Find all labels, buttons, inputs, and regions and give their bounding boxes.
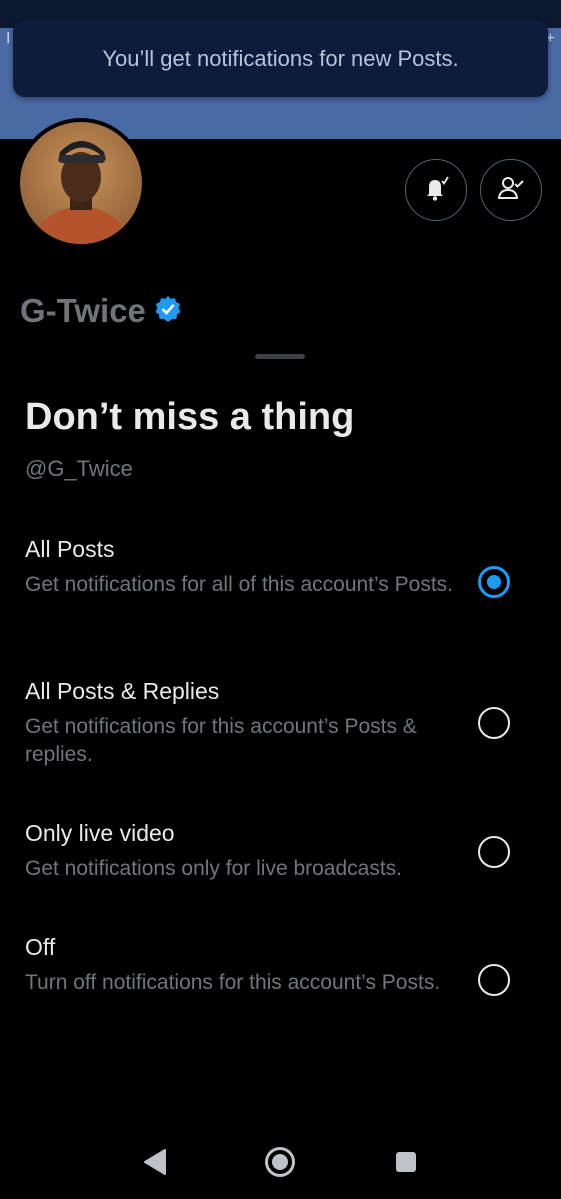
sheet-title: Don’t miss a thing <box>25 396 355 438</box>
option-title: All Posts <box>25 536 115 562</box>
option-description: Get notifications only for live broadcas… <box>25 857 403 880</box>
radio-all-posts-replies[interactable] <box>478 707 510 739</box>
recents-square-icon <box>395 1152 417 1177</box>
toast-message: You’ll get notifications for new Posts. <box>102 45 459 71</box>
verified-badge-icon <box>154 295 182 328</box>
option-only-live-video[interactable]: Only live video Get notifications only f… <box>25 820 545 883</box>
radio-all-posts[interactable] <box>478 566 510 598</box>
option-description: Get notifications for this account’s Pos… <box>25 715 417 766</box>
nav-back-button[interactable] <box>143 1149 167 1180</box>
profile-name-row: G-Twice <box>20 292 182 330</box>
following-button[interactable] <box>480 159 542 221</box>
option-title: Only live video <box>25 820 175 846</box>
option-title: All Posts & Replies <box>25 678 220 704</box>
account-handle: @G_Twice <box>25 456 133 481</box>
option-description: Get notifications for all of this accoun… <box>25 573 453 596</box>
notifications-bell-button[interactable] <box>405 159 467 221</box>
option-title: Off <box>25 934 56 960</box>
radio-only-live-video[interactable] <box>478 836 510 868</box>
radio-off[interactable] <box>478 964 510 996</box>
nav-home-button[interactable] <box>264 1146 296 1183</box>
back-triangle-icon <box>143 1149 167 1179</box>
nav-recents-button[interactable] <box>395 1151 417 1178</box>
option-description: Turn off notifications for this account’… <box>25 971 441 994</box>
bell-check-icon <box>421 173 451 208</box>
avatar-image <box>20 122 142 244</box>
avatar[interactable] <box>16 118 146 248</box>
sheet-drag-handle[interactable] <box>255 354 305 359</box>
option-all-posts[interactable]: All Posts Get notifications for all of t… <box>25 536 545 599</box>
option-all-posts-replies[interactable]: All Posts & Replies Get notifications fo… <box>25 678 545 769</box>
profile-name: G-Twice <box>20 292 146 329</box>
status-left-glyph: I <box>6 30 11 47</box>
person-check-icon <box>496 173 526 208</box>
notification-settings-sheet: Don’t miss a thing @G_Twice All Posts Ge… <box>0 340 561 1199</box>
home-circle-icon <box>264 1147 296 1182</box>
option-off[interactable]: Off Turn off notifications for this acco… <box>25 934 545 997</box>
notification-toast[interactable]: You’ll get notifications for new Posts. <box>13 20 548 97</box>
